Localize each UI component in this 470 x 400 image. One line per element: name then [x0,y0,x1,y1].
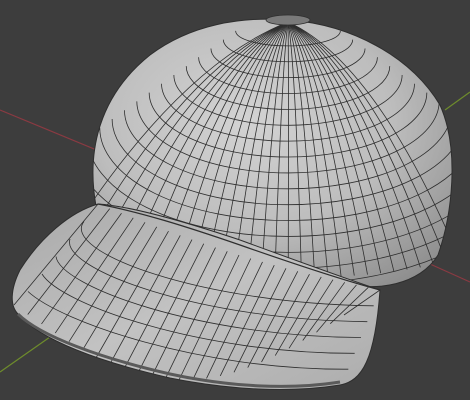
3d-viewport[interactable] [0,0,470,400]
cap-mesh[interactable] [11,14,470,390]
cap-button [265,14,311,26]
viewport-canvas[interactable] [0,0,470,400]
y-axis-line-right [444,91,470,111]
